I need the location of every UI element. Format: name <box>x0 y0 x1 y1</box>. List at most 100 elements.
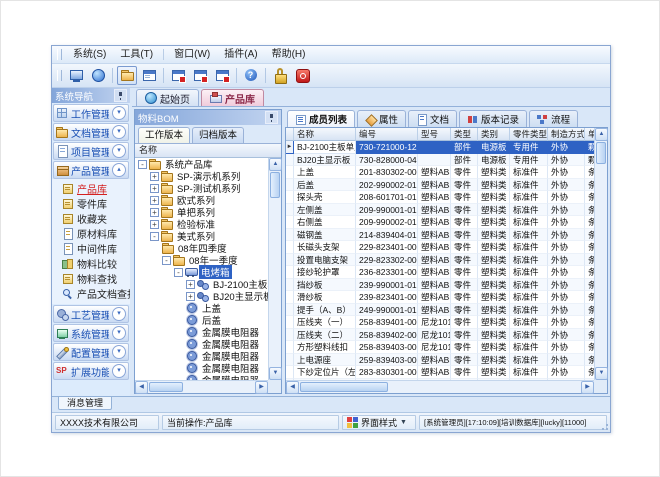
expand-icon[interactable]: + <box>150 220 159 229</box>
sidebar-item[interactable]: 物料比较 <box>52 256 130 271</box>
ui-style-selector[interactable]: 界面样式 <box>342 415 416 430</box>
grid-cell[interactable]: 标准件 <box>510 279 548 292</box>
winred-button[interactable] <box>212 66 232 85</box>
grid-cell[interactable]: 塑料类 <box>478 354 510 367</box>
grid-cell[interactable]: 外协 <box>548 191 585 204</box>
grid-cell[interactable]: 零件 <box>451 354 478 367</box>
grid-cell[interactable]: 塑料类 <box>478 166 510 179</box>
grid-cell[interactable]: 塑料ABS <box>418 266 451 279</box>
grid-header-cell[interactable]: 类别 <box>478 128 510 141</box>
folder-button[interactable] <box>117 66 137 85</box>
grid-cell[interactable]: 条 <box>585 204 594 217</box>
grid-cell[interactable]: 258-839402-00E <box>356 329 418 342</box>
grid-cell[interactable]: 外协 <box>548 354 585 367</box>
grid-cell[interactable]: 电源板 <box>478 141 510 154</box>
table-row[interactable]: 方形塑料线扣258-839403-00E尼龙1010零件塑料类标准件外协条 <box>286 341 594 354</box>
grid-cell[interactable]: 压线夹（二） <box>294 329 356 342</box>
grid-cell[interactable]: 塑料类 <box>478 216 510 229</box>
grid-cell[interactable]: 方形塑料线扣 <box>294 341 356 354</box>
sidebar-group-header[interactable]: 工艺管理▾ <box>53 305 129 323</box>
sidebar-item[interactable]: 中间件库 <box>52 241 130 256</box>
doc-tab-product[interactable]: 产品库 <box>201 89 264 106</box>
grid-cell[interactable]: 塑料ABS <box>418 229 451 242</box>
grid-header-cell[interactable]: 零件类型 <box>510 128 548 141</box>
resize-grip[interactable] <box>600 422 608 430</box>
doc-tab-home[interactable]: 起始页 <box>136 89 199 106</box>
collapse-icon[interactable]: - <box>150 232 159 241</box>
power-button[interactable] <box>292 66 312 85</box>
grid-cell[interactable]: 塑料ABS <box>418 366 451 379</box>
grid-cell[interactable]: 塑料类 <box>478 291 510 304</box>
grid-cell[interactable]: 颗 <box>585 154 594 167</box>
globe-button[interactable] <box>88 66 108 85</box>
scroll-right-icon[interactable] <box>581 381 594 394</box>
grid-cell[interactable]: 塑料类 <box>478 316 510 329</box>
table-row[interactable]: 接纱轮护罩236-823301-00E塑料ABS零件塑料类标准件外协条 <box>286 266 594 279</box>
table-row[interactable]: 滑纱板239-823401-00E塑料ABS零件塑料类标准件外协条 <box>286 291 594 304</box>
grid-cell[interactable]: 磁钢盖 <box>294 229 356 242</box>
grid-cell[interactable]: 压线夹（一） <box>294 316 356 329</box>
sidebar-group-header[interactable]: 扩展功能▾ <box>53 362 129 380</box>
chevron-down-icon[interactable]: ▾ <box>112 106 126 120</box>
grid-cell[interactable]: 外协 <box>548 341 585 354</box>
grid-cell[interactable]: 塑料类 <box>478 179 510 192</box>
grid-cell[interactable]: 外协 <box>548 279 585 292</box>
window-button[interactable] <box>139 66 159 85</box>
grid-cell[interactable]: 条 <box>585 266 594 279</box>
table-row[interactable]: 后盖202-990002-01E塑料ABS零件塑料类标准件外协条 <box>286 179 594 192</box>
scroll-down-icon[interactable] <box>595 367 608 380</box>
grid-cell[interactable]: 条 <box>585 291 594 304</box>
grid-cell[interactable]: 塑料类 <box>478 204 510 217</box>
member-tab-version[interactable]: 版本记录 <box>459 110 527 127</box>
grid-vertical-scrollbar[interactable] <box>594 128 607 380</box>
grid-cell[interactable]: 外协 <box>548 266 585 279</box>
expand-icon[interactable]: + <box>150 196 159 205</box>
grid-cell[interactable]: 条 <box>585 316 594 329</box>
grid-cell[interactable]: 塑料ABS <box>418 204 451 217</box>
expand-icon[interactable]: + <box>150 184 159 193</box>
tree-node[interactable]: +BJ20主显示板 <box>135 290 268 302</box>
grid-cell[interactable]: 258-839403-00E <box>356 341 418 354</box>
menu-item[interactable]: 帮助(H) <box>265 47 313 62</box>
collapse-icon[interactable]: - <box>138 160 147 169</box>
grid-header-cell[interactable]: 单位 <box>585 128 594 141</box>
sidebar-item[interactable]: 原材料库 <box>52 226 130 241</box>
expand-icon[interactable]: + <box>186 280 195 289</box>
grid-cell[interactable]: 零件 <box>451 329 478 342</box>
grid-cell[interactable]: 后盖 <box>294 179 356 192</box>
help-button[interactable] <box>241 66 261 85</box>
scroll-down-icon[interactable] <box>269 367 282 380</box>
grid-cell[interactable]: 部件 <box>451 154 478 167</box>
grid-cell[interactable]: 730-721000-12E <box>356 141 418 154</box>
grid-cell[interactable]: 长磁头支架 <box>294 241 356 254</box>
grid-cell[interactable]: 上盖 <box>294 166 356 179</box>
member-tab-doc[interactable]: 文档 <box>408 110 457 127</box>
grid-cell[interactable]: 零件 <box>451 266 478 279</box>
chevron-down-icon[interactable]: ▾ <box>112 125 126 139</box>
expand-icon[interactable]: + <box>150 208 159 217</box>
table-row[interactable]: BJ20主显示板730-828000-04E部件电源板专用件外协颗 <box>286 154 594 167</box>
grid-cell[interactable]: 提手（A、B） <box>294 304 356 317</box>
grid-cell[interactable]: 条 <box>585 354 594 367</box>
grid-cell[interactable]: 塑料类 <box>478 254 510 267</box>
table-row[interactable]: ►BJ-2100主板单点730-721000-12E部件电源板专用件外协颗 <box>286 141 594 154</box>
grid-cell[interactable]: 电源板 <box>478 154 510 167</box>
scroll-right-icon[interactable] <box>255 381 268 394</box>
scroll-thumb[interactable] <box>270 172 280 198</box>
grid-cell[interactable]: 零件 <box>451 229 478 242</box>
grid-cell[interactable]: 外协 <box>548 304 585 317</box>
table-row[interactable]: 压线夹（二）258-839402-00E尼龙1010零件塑料类标准件外协条 <box>286 329 594 342</box>
grid-cell[interactable]: 尼龙1010 <box>418 329 451 342</box>
grid-cell[interactable]: 条 <box>585 304 594 317</box>
grid-cell[interactable]: 塑料ABS <box>418 166 451 179</box>
table-row[interactable]: 挡纱板239-990001-01E塑料ABS零件塑料类标准件外协条 <box>286 279 594 292</box>
scroll-thumb[interactable] <box>300 382 388 392</box>
grid-header-cell[interactable]: 型号 <box>418 128 451 141</box>
grid-cell[interactable]: 外协 <box>548 254 585 267</box>
sidebar-item[interactable]: 物料查找 <box>52 271 130 286</box>
grid-cell[interactable]: 外协 <box>548 179 585 192</box>
grid-cell[interactable]: 标准件 <box>510 329 548 342</box>
member-tab-flow[interactable]: 流程 <box>529 110 578 127</box>
grid-header-cell[interactable]: 名称 <box>294 128 356 141</box>
sidebar-group-header[interactable]: 工作管理▾ <box>53 104 129 122</box>
